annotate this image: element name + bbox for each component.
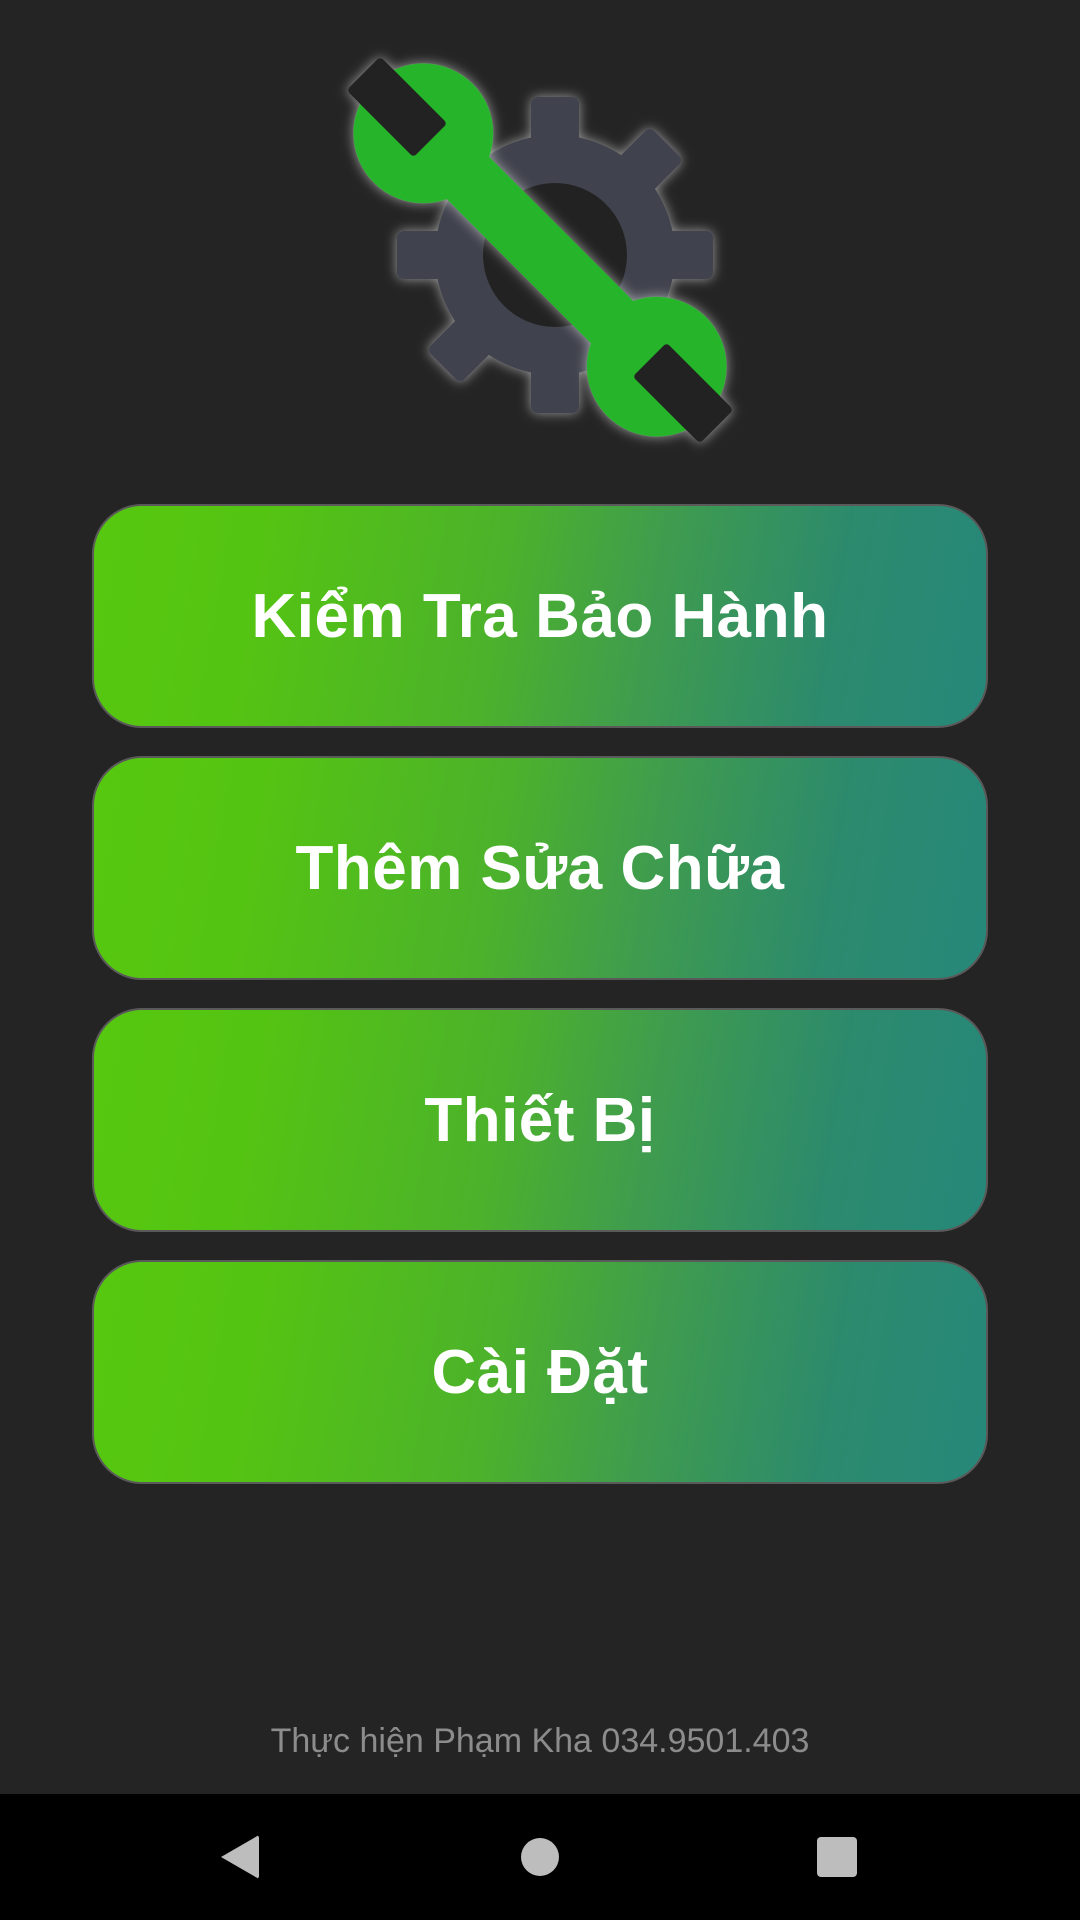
- add-repair-label: Thêm Sửa Chữa: [295, 833, 785, 903]
- back-triangle-icon: [221, 1835, 259, 1879]
- wrench-gear-icon: [347, 57, 733, 443]
- recents-square-icon: [817, 1837, 857, 1877]
- nav-recents-button[interactable]: [757, 1794, 917, 1920]
- devices-button[interactable]: Thiết Bị: [92, 1008, 988, 1232]
- add-repair-button[interactable]: Thêm Sửa Chữa: [92, 756, 988, 980]
- app-logo: [300, 10, 780, 490]
- app-screen: Kiểm Tra Bảo Hành Thêm Sửa Chữa Thiết Bị…: [0, 0, 1080, 1794]
- nav-home-button[interactable]: [460, 1794, 620, 1920]
- warranty-check-label: Kiểm Tra Bảo Hành: [251, 581, 829, 651]
- settings-label: Cài Đặt: [431, 1337, 649, 1407]
- devices-label: Thiết Bị: [424, 1085, 656, 1155]
- settings-button[interactable]: Cài Đặt: [92, 1260, 988, 1484]
- main-menu: Kiểm Tra Bảo Hành Thêm Sửa Chữa Thiết Bị…: [92, 504, 988, 1512]
- nav-back-button[interactable]: [160, 1794, 320, 1920]
- system-navigation-bar: [0, 1794, 1080, 1920]
- home-circle-icon: [521, 1838, 559, 1876]
- author-credit: Thực hiện Phạm Kha 034.9501.403: [270, 1722, 810, 1760]
- warranty-check-button[interactable]: Kiểm Tra Bảo Hành: [92, 504, 988, 728]
